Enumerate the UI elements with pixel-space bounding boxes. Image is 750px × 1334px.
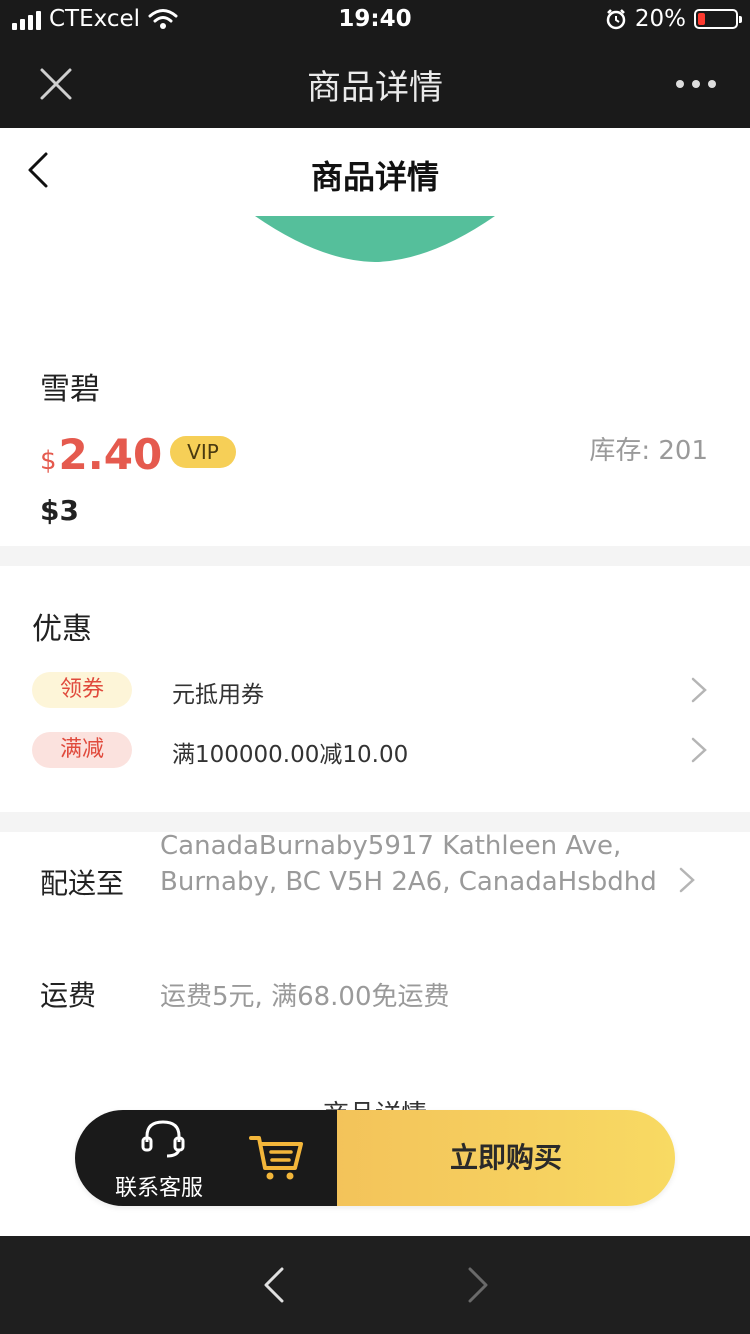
shipping-address[interactable]: CanadaBurnaby5917 Kathleen Ave, Burnaby,…	[160, 828, 670, 900]
customer-service-label: 联系客服	[115, 1176, 204, 1201]
headset-icon	[141, 1120, 185, 1158]
top-nav-title: 商品详情	[307, 68, 443, 108]
chevron-right-icon	[691, 737, 707, 763]
product-name: 雪碧	[40, 372, 100, 407]
battery-fill	[698, 13, 705, 25]
coupon-tag: 领券	[32, 672, 132, 708]
status-right: 20%	[605, 6, 742, 32]
page-header: 商品详情	[0, 128, 750, 216]
coupon-text: 元抵用券	[172, 682, 264, 708]
ship-to-label: 配送至	[40, 867, 125, 900]
discount-section-title: 优惠	[32, 612, 92, 647]
promo-row-coupon[interactable]: 领券 元抵用券	[32, 672, 722, 708]
product-image	[255, 216, 495, 262]
promo-row-full-reduction[interactable]: 满减 满100000.00减10.00	[32, 732, 722, 768]
more-dots-icon[interactable]	[676, 80, 716, 88]
status-bar: CTExcel 19:40 20%	[0, 0, 750, 40]
buy-now-button[interactable]: 立即购买	[337, 1110, 675, 1206]
shipping-fee-label: 运费	[40, 979, 97, 1012]
action-bar: 联系客服 立即购买	[75, 1110, 675, 1206]
alarm-icon	[606, 9, 626, 30]
full-reduction-text: 满100000.00减10.00	[172, 742, 409, 768]
browser-bottom-bar	[0, 1236, 750, 1334]
shipping-fee-text: 运费5元, 满68.00免运费	[160, 982, 450, 1012]
forward-arrow-icon[interactable]	[466, 1266, 490, 1304]
back-arrow-icon[interactable]	[262, 1266, 286, 1304]
stock-count: 库存: 201	[589, 436, 708, 466]
top-nav-bar: 商品详情	[0, 40, 750, 128]
cart-icon[interactable]	[249, 1132, 305, 1182]
section-divider	[0, 546, 750, 566]
original-price: $3	[40, 494, 79, 527]
vip-badge: VIP	[170, 436, 236, 468]
full-reduction-tag: 满减	[32, 732, 132, 768]
page-title: 商品详情	[310, 158, 439, 196]
chevron-right-icon	[691, 677, 707, 703]
battery-percent: 20%	[634, 6, 686, 32]
price-row: $ 2.40	[40, 430, 162, 479]
price-currency: $	[40, 446, 57, 476]
battery-icon	[694, 9, 742, 29]
chevron-right-icon[interactable]	[678, 866, 696, 894]
action-left: 联系客服	[75, 1110, 337, 1206]
vip-price: 2.40	[58, 430, 163, 479]
customer-service-button[interactable]: 联系客服	[75, 1110, 235, 1206]
